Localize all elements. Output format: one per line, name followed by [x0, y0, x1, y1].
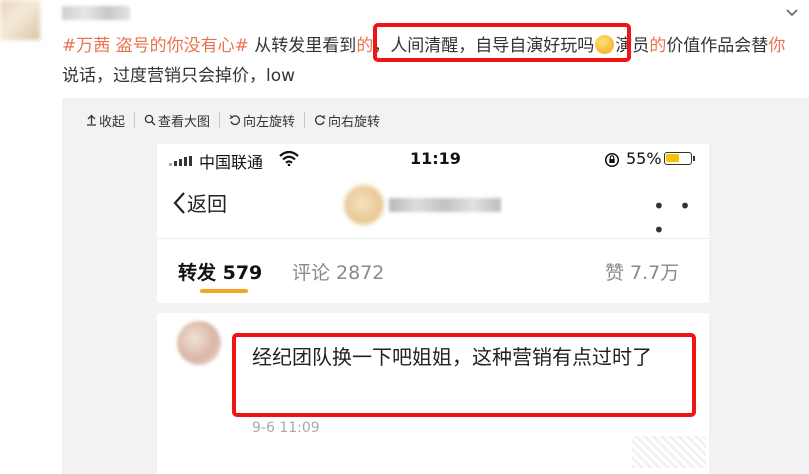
post-text-part: 你: [768, 36, 786, 56]
status-time: 11:19: [410, 149, 461, 168]
post-text-part: 价值作品会替: [666, 36, 769, 56]
post-text-part: 的: [649, 36, 667, 56]
tab-bar: 转发 579 评论 2872 赞 7.7万: [157, 239, 709, 303]
post-text-part: 说话，过度营销只会掉价，low: [62, 66, 296, 86]
hashtag-link[interactable]: #万茜 盗号的你没有心#: [62, 36, 249, 56]
highlight-box-post: [373, 23, 631, 62]
battery-tip: [693, 156, 695, 161]
commenter-avatar[interactable]: [177, 321, 221, 365]
carrier-name: 中国联通: [199, 153, 264, 172]
collapse-label: 收起: [99, 114, 126, 130]
signal-icon: [169, 156, 192, 166]
tab-repost[interactable]: 转发 579: [178, 258, 262, 285]
image-viewer: 收起 查看大图 向左旋转 向右旋转 中国联通 11:19 55% 返回 • • …: [62, 98, 809, 474]
rotate-left-icon: [229, 115, 241, 126]
post-text-part: 的: [356, 36, 374, 56]
rotation-lock-icon: [604, 152, 620, 168]
active-tab-indicator: [200, 289, 248, 293]
comment-time: 9-6 11:09: [252, 420, 320, 436]
rotate-right-button[interactable]: 向右旋转: [305, 112, 389, 130]
rotate-right-label: 向右旋转: [328, 114, 381, 130]
rotate-right-icon: [315, 115, 326, 126]
section-gap: [157, 303, 709, 313]
rotate-left-label: 向左旋转: [243, 114, 296, 130]
watermark-blur: [632, 436, 706, 468]
status-bar: 中国联通 11:19 55%: [157, 144, 709, 176]
profile-avatar-blurred[interactable]: [344, 185, 384, 225]
user-avatar[interactable]: [0, 0, 40, 40]
more-menu-button[interactable]: • • •: [653, 194, 709, 242]
profile-name-blurred[interactable]: [389, 198, 501, 212]
collapse-button[interactable]: 收起: [86, 112, 136, 130]
collapse-icon: [87, 114, 96, 126]
nav-bar: 返回 • • •: [157, 176, 709, 242]
back-button[interactable]: 返回: [173, 188, 227, 217]
image-toolbar: 收起 查看大图 向左旋转 向右旋转: [86, 112, 389, 130]
rotate-left-button[interactable]: 向左旋转: [220, 112, 306, 130]
back-label: 返回: [187, 192, 227, 216]
battery-percent: 55%: [626, 149, 662, 168]
username-blurred[interactable]: [62, 6, 130, 20]
search-icon: [144, 114, 156, 126]
tab-like[interactable]: 赞 7.7万: [605, 258, 679, 285]
view-large-button[interactable]: 查看大图: [135, 112, 221, 130]
post-text-part: 从转发里看到: [248, 36, 357, 56]
chevron-left-icon: [173, 191, 185, 214]
view-large-label: 查看大图: [158, 114, 211, 130]
chevron-down-icon[interactable]: [785, 6, 799, 20]
battery-icon: [664, 152, 692, 165]
tab-comment[interactable]: 评论 2872: [292, 258, 384, 285]
highlight-box-comment: [232, 333, 696, 417]
phone-screenshot[interactable]: 中国联通 11:19 55% 返回 • • • 转发 579 评论 2872 赞…: [157, 144, 709, 474]
wifi-icon: [279, 151, 299, 166]
